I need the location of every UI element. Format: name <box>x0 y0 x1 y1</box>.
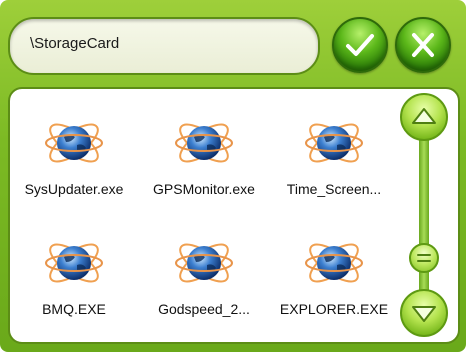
globe-atom-icon <box>305 243 363 283</box>
path-field[interactable]: \StorageCard <box>8 17 320 75</box>
file-item[interactable]: EXPLORER.EXE <box>270 219 398 329</box>
vertical-scrollbar[interactable] <box>396 89 452 342</box>
close-icon <box>412 33 434 57</box>
file-item[interactable]: BMQ.EXE <box>10 219 138 329</box>
scroll-up-button[interactable] <box>400 93 448 141</box>
file-grid: SysUpdater.exe GPSMonitor.exe Time_Scree… <box>10 89 398 342</box>
globe-atom-icon <box>305 123 363 163</box>
file-item[interactable]: SysUpdater.exe <box>10 99 138 209</box>
file-name: Godspeed_2... <box>158 301 250 317</box>
file-item[interactable]: Time_Screen... <box>270 99 398 209</box>
file-name: Time_Screen... <box>286 181 382 197</box>
globe-atom-icon <box>45 123 103 163</box>
triangle-up-icon <box>412 108 436 124</box>
file-name: GPSMonitor.exe <box>153 181 255 197</box>
globe-atom-icon <box>175 243 233 283</box>
checkmark-icon <box>346 34 374 56</box>
file-name: BMQ.EXE <box>42 301 106 317</box>
file-item[interactable]: Godspeed_2... <box>140 219 268 329</box>
close-button[interactable] <box>395 17 451 73</box>
scroll-track[interactable] <box>419 129 429 309</box>
file-name: SysUpdater.exe <box>24 181 124 197</box>
file-list-panel: SysUpdater.exe GPSMonitor.exe Time_Scree… <box>8 87 460 344</box>
triangle-down-icon <box>412 306 436 322</box>
ok-button[interactable] <box>332 17 388 73</box>
file-browser-window: \StorageCard SysUpdater.exe GPSMonitor.e… <box>0 0 466 352</box>
globe-atom-icon <box>175 123 233 163</box>
scroll-down-button[interactable] <box>400 289 448 337</box>
scroll-thumb[interactable] <box>409 243 439 273</box>
globe-atom-icon <box>45 243 103 283</box>
file-item[interactable]: GPSMonitor.exe <box>140 99 268 209</box>
file-name: EXPLORER.EXE <box>279 301 389 317</box>
path-text: \StorageCard <box>30 35 120 52</box>
grip-lines-icon <box>417 254 431 262</box>
